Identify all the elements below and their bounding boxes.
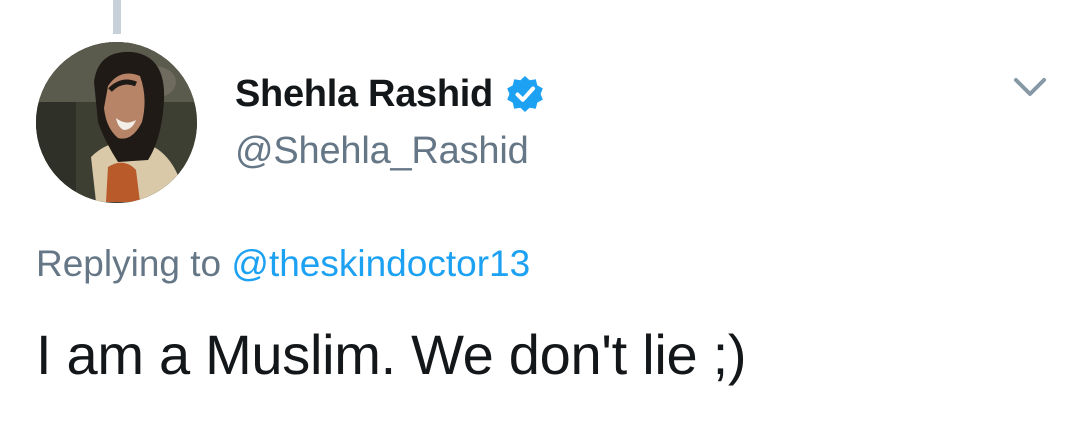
verified-badge-icon: [505, 74, 545, 114]
reply-target-link[interactable]: @theskindoctor13: [231, 243, 530, 284]
chevron-down-icon[interactable]: [1010, 70, 1050, 104]
author-name-row[interactable]: Shehla Rashid: [235, 70, 545, 118]
display-name[interactable]: Shehla Rashid: [235, 73, 493, 116]
tweet[interactable]: Shehla Rashid @Shehla_Rashid Replying to…: [0, 0, 1080, 443]
reply-context: Replying to @theskindoctor13: [36, 243, 530, 285]
author-handle[interactable]: @Shehla_Rashid: [235, 130, 529, 173]
tweet-text: I am a Muslim. We don't lie ;): [36, 323, 747, 386]
thread-connector-line: [113, 0, 121, 34]
reply-context-prefix: Replying to: [36, 243, 222, 284]
avatar-photo: [36, 42, 197, 203]
avatar[interactable]: [36, 42, 197, 203]
